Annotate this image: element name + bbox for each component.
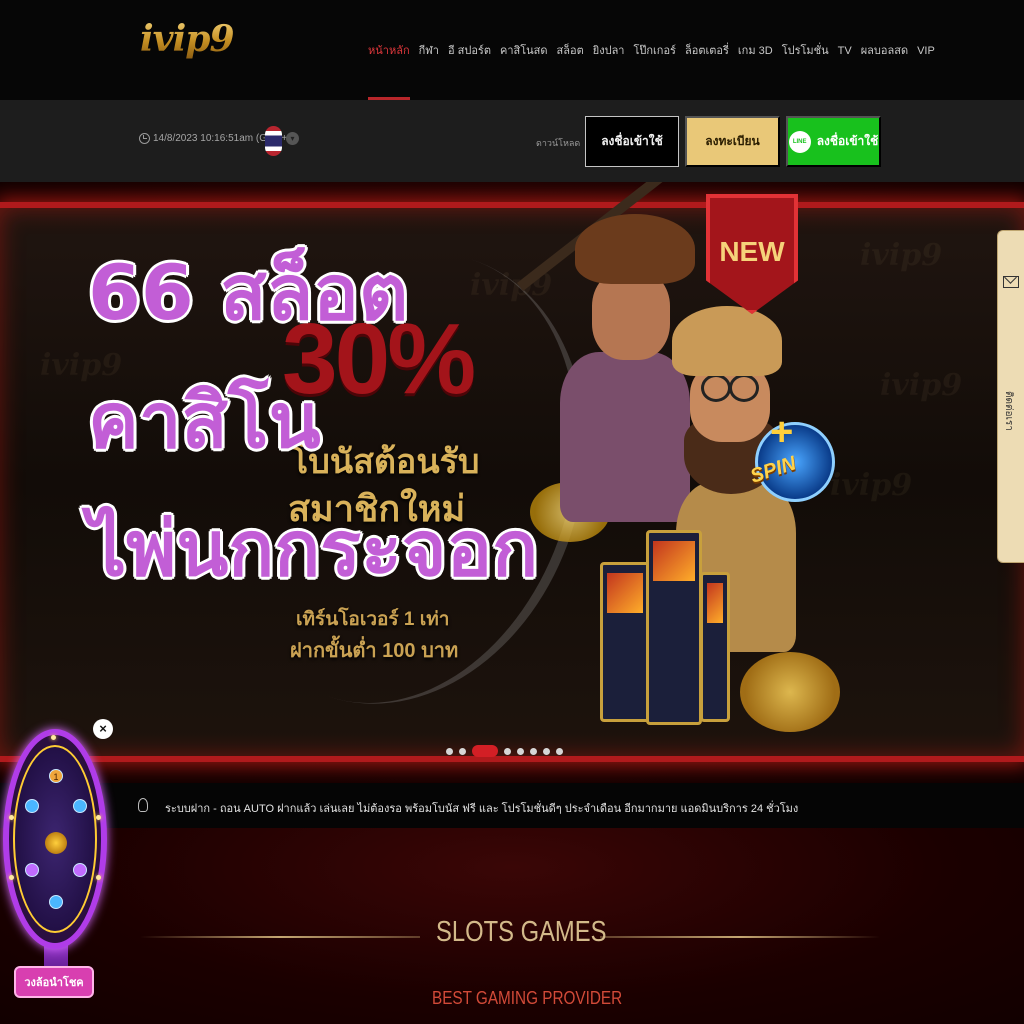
watermark-logo: ivip9: [860, 238, 943, 273]
close-icon[interactable]: ×: [93, 719, 113, 739]
nav-item-poker[interactable]: โป๊กเกอร์: [633, 0, 676, 100]
slot-screen: [653, 541, 695, 581]
carousel-dot[interactable]: [459, 747, 466, 755]
nav-item-live-casino[interactable]: คาสิโนสด: [500, 0, 548, 100]
overlay-title-line-1: 66 สล็อต: [88, 248, 409, 337]
nav-item-home[interactable]: หน้าหลัก: [368, 0, 410, 100]
carousel-dot[interactable]: [530, 747, 537, 755]
overlay-title-line-2: คาสิโน: [88, 376, 321, 465]
cowboy-character: [560, 352, 690, 522]
nav-item-sports[interactable]: กีฬา: [419, 0, 439, 100]
glasses-illustration: [697, 374, 763, 402]
contact-side-tab[interactable]: ติดต่อเรา: [997, 230, 1024, 563]
clock-icon: [139, 133, 150, 144]
register-button[interactable]: ลงทะเบียน: [685, 116, 780, 167]
top-navigation-bar: ivip9 หน้าหลัก กีฬา อี สปอร์ต คาสิโนสด ส…: [0, 0, 1024, 100]
line-login-label: ลงชื่อเข้าใช้: [816, 134, 879, 148]
wheel-segment-marker: 1: [49, 769, 63, 783]
page: ivip9 หน้าหลัก กีฬา อี สปอร์ต คาสิโนสด ส…: [0, 0, 1024, 1024]
login-button[interactable]: ลงชื่อเข้าใช้: [585, 116, 679, 167]
watermark-logo: ivip9: [880, 368, 963, 403]
site-logo[interactable]: ivip9: [140, 18, 234, 60]
wheel-light: [9, 815, 14, 820]
nav-item-promotions[interactable]: โปรโมชั่น: [782, 0, 829, 100]
slot-machine-illustration: [646, 530, 702, 725]
slot-machine-illustration: [600, 562, 650, 722]
carousel-dot[interactable]: [446, 747, 453, 755]
promo-min-deposit: ฝากขั้นต่ำ 100 บาท: [290, 640, 459, 662]
carousel-dot[interactable]: [504, 747, 511, 755]
slot-screen: [607, 573, 643, 613]
chevron-down-icon[interactable]: ▾: [286, 132, 299, 145]
carousel-dot-active[interactable]: [472, 745, 498, 757]
overlay-title: 66 สล็อต คาสิโน ไพ่นกกระจอก: [88, 252, 538, 636]
line-icon: LINE: [788, 130, 811, 153]
announcement-text: ระบบฝาก - ถอน AUTO ฝากแล้ว เล่นเลย ไม่ต้…: [165, 803, 799, 815]
gem-icon: [73, 799, 87, 813]
nav-item-esports[interactable]: อี สปอร์ต: [448, 0, 491, 100]
carousel-dots: [446, 745, 563, 757]
cowboy-hat: [575, 214, 695, 284]
lucky-wheel[interactable]: 1: [3, 715, 107, 949]
explorer-hat: [672, 306, 782, 376]
wheel-light: [96, 875, 101, 880]
section-title: SLOTS GAMES: [436, 916, 607, 948]
gem-icon: [25, 799, 39, 813]
new-badge-label: NEW: [719, 236, 785, 267]
nav-item-lottery[interactable]: ล็อตเตอรี่: [685, 0, 729, 100]
gold-coins-illustration: [740, 652, 840, 732]
speaker-icon: [138, 798, 148, 812]
title-divider-left: [140, 936, 420, 938]
wheel-light: [96, 815, 101, 820]
title-divider-right: [600, 936, 880, 938]
nav-item-3d-games[interactable]: เกม 3D: [738, 0, 773, 100]
nav-item-vip[interactable]: VIP: [917, 0, 935, 100]
mail-icon: [1003, 276, 1019, 288]
gem-icon: [73, 863, 87, 877]
spin-badge-label: SPIN: [747, 452, 799, 488]
nav-item-live-scores[interactable]: ผลบอลสด: [861, 0, 908, 100]
overlay-title-line-3: ไพ่นกกระจอก: [88, 504, 539, 593]
line-login-button[interactable]: LINE ลงชื่อเข้าใช้: [786, 116, 881, 167]
gem-icon: [49, 895, 63, 909]
carousel-dot[interactable]: [556, 747, 563, 755]
slot-screen: [707, 583, 723, 623]
thailand-flag-icon[interactable]: [265, 126, 282, 156]
slot-machine-illustration: [700, 572, 730, 722]
contact-tab-label: ติดต่อเรา: [1003, 391, 1014, 431]
section-subtitle: BEST GAMING PROVIDER: [432, 988, 623, 1008]
lucky-wheel-button[interactable]: วงล้อนำโชค: [14, 966, 94, 998]
wheel-light: [51, 735, 56, 740]
wheel-hub: [45, 832, 67, 854]
nav-item-tv[interactable]: TV: [838, 0, 852, 100]
main-nav: หน้าหลัก กีฬา อี สปอร์ต คาสิโนสด สล็อต ย…: [368, 0, 935, 100]
carousel-dot[interactable]: [517, 747, 524, 755]
nav-item-slots[interactable]: สล็อต: [557, 0, 584, 100]
download-link[interactable]: ดาวน์โหลด: [536, 136, 580, 150]
nav-item-fishing[interactable]: ยิงปลา: [593, 0, 625, 100]
gem-icon: [25, 863, 39, 877]
watermark-logo: ivip9: [830, 468, 913, 503]
carousel-dot[interactable]: [543, 747, 550, 755]
plus-icon: +: [770, 410, 794, 454]
wheel-light: [9, 875, 14, 880]
spin-badge: SPIN: [748, 422, 835, 502]
